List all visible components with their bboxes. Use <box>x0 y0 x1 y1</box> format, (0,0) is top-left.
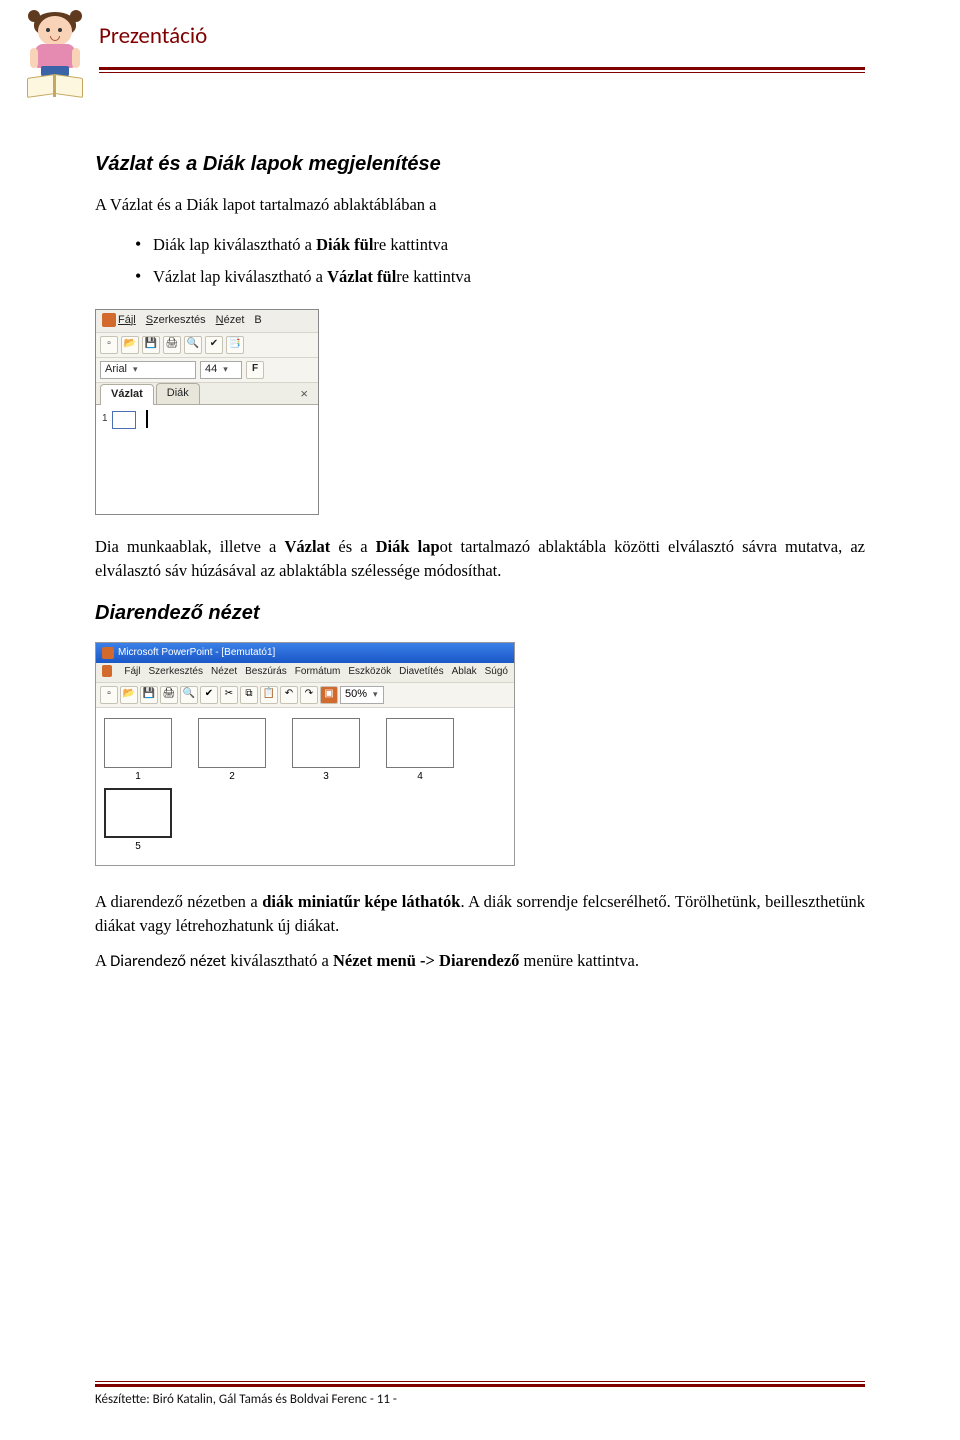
page-title: Prezentáció <box>99 14 865 67</box>
menu-edit[interactable]: Szerkesztés <box>149 665 203 680</box>
open-icon[interactable]: 📂 <box>121 336 139 354</box>
fig1-standard-toolbar: ▫ 📂 💾 🖨 🔍 ✔ 📑 <box>96 333 318 358</box>
spellcheck-icon[interactable]: ✔ <box>200 686 218 704</box>
print-preview-icon[interactable]: 🔍 <box>184 336 202 354</box>
chevron-down-icon: ▾ <box>223 363 228 376</box>
menu-view[interactable]: Nézet <box>211 665 237 680</box>
separator-resize-paragraph: Dia munkaablak, illetve a Vázlat és a Di… <box>95 535 865 583</box>
font-name-combo[interactable]: Arial▾ <box>100 361 196 379</box>
menu-window[interactable]: Ablak <box>452 665 477 680</box>
save-icon[interactable]: 💾 <box>142 336 160 354</box>
save-icon[interactable]: 💾 <box>140 686 158 704</box>
chevron-down-icon: ▾ <box>133 363 138 376</box>
app-icon <box>102 313 116 327</box>
chevron-down-icon: ▾ <box>373 688 378 701</box>
tab-selection-list: Diák lap kiválasztható a Diák fülre katt… <box>95 229 865 293</box>
bullet-diak-tab: Diák lap kiválasztható a Diák fülre katt… <box>135 229 865 261</box>
heading-diarendezo: Diarendező nézet <box>95 599 865 628</box>
research-icon[interactable]: 📑 <box>226 336 244 354</box>
menu-slideshow[interactable]: Diavetítés <box>399 665 443 680</box>
slide-number: 1 <box>102 409 108 427</box>
text-cursor-icon <box>146 410 148 428</box>
undo-icon[interactable]: ↶ <box>280 686 298 704</box>
window-title: Microsoft PowerPoint - [Bemutató1] <box>118 646 275 661</box>
menu-insert[interactable]: Beszúrás <box>245 665 287 680</box>
tab-vazlat[interactable]: Vázlat <box>100 384 154 405</box>
tab-diak[interactable]: Diák <box>156 383 200 404</box>
screenshot-outline-pane: Fájl Szerkesztés Nézet B ▫ 📂 💾 🖨 🔍 ✔ 📑 A… <box>95 309 319 515</box>
document-body: Vázlat és a Diák lapok megjelenítése A V… <box>95 104 865 974</box>
spellcheck-icon[interactable]: ✔ <box>205 336 223 354</box>
paste-icon[interactable]: 📋 <box>260 686 278 704</box>
menu-format[interactable]: Formátum <box>295 665 341 680</box>
menu-edit[interactable]: Szerkesztés <box>146 313 206 329</box>
menu-view[interactable]: Nézet <box>216 313 245 329</box>
new-doc-icon[interactable]: ▫ <box>100 686 118 704</box>
page-footer: Készítette: Biró Katalin, Gál Tamás és B… <box>95 1381 865 1410</box>
close-pane-icon[interactable]: × <box>294 385 314 404</box>
fig2-toolbar: ▫ 📂 💾 🖨 🔍 ✔ ✂ ⧉ 📋 ↶ ↷ ▣ 50%▾ <box>96 683 514 708</box>
preview-icon[interactable]: 🔍 <box>180 686 198 704</box>
sorter-slide-1[interactable]: 1 <box>104 718 172 785</box>
sorter-slide-2[interactable]: 2 <box>198 718 266 785</box>
screenshot-slide-sorter: Microsoft PowerPoint - [Bemutató1] Fájl … <box>95 642 515 866</box>
new-doc-icon[interactable]: ▫ <box>100 336 118 354</box>
menu-help[interactable]: Súgó <box>485 665 508 680</box>
fig1-tab-strip: Vázlat Diák × <box>96 383 318 405</box>
footer-divider-thin <box>95 1381 865 1382</box>
open-book-icon <box>25 74 85 104</box>
menu-tools[interactable]: Eszközök <box>348 665 391 680</box>
slide-thumbnail-icon[interactable] <box>112 411 136 429</box>
fig1-formatting-toolbar: Arial▾ 44▾ F <box>96 358 318 383</box>
intro-paragraph: A Vázlat és a Diák lapot tartalmazó abla… <box>95 193 865 217</box>
bullet-vazlat-tab: Vázlat lap kiválasztható a Vázlat fülre … <box>135 261 865 293</box>
slideshow-icon[interactable]: ▣ <box>320 686 338 704</box>
doc-icon <box>102 665 112 677</box>
menu-file[interactable]: Fájl <box>124 665 140 680</box>
powerpoint-app-icon <box>102 647 114 659</box>
footer-page-number: - 11 - <box>370 1392 397 1407</box>
sorter-slide-5[interactable]: 5 <box>104 788 172 855</box>
fig1-menubar: Fájl Szerkesztés Nézet B <box>96 310 318 333</box>
menu-extra[interactable]: B <box>254 313 261 329</box>
bold-button[interactable]: F <box>246 361 264 379</box>
header-divider <box>99 67 865 70</box>
sorter-slide-3[interactable]: 3 <box>292 718 360 785</box>
slide-sorter-area: 1 2 3 4 5 <box>96 708 514 865</box>
girl-icon <box>30 10 80 78</box>
fig1-outline-pane-body: 1 <box>96 405 318 515</box>
redo-icon[interactable]: ↷ <box>300 686 318 704</box>
zoom-combo[interactable]: 50%▾ <box>340 686 384 704</box>
page-header: Prezentáció <box>15 0 865 104</box>
sorter-slide-4[interactable]: 4 <box>386 718 454 785</box>
header-mascot <box>15 10 95 104</box>
footer-authors: Készítette: Biró Katalin, Gál Tamás és B… <box>95 1392 367 1407</box>
open-icon[interactable]: 📂 <box>120 686 138 704</box>
fig2-titlebar: Microsoft PowerPoint - [Bemutató1] <box>96 643 514 664</box>
header-divider-thin <box>99 72 865 73</box>
sorter-menu-path-paragraph: A Diarendező nézet kiválasztható a Nézet… <box>95 949 865 974</box>
fig2-menubar: Fájl Szerkesztés Nézet Beszúrás Formátum… <box>96 663 514 683</box>
font-size-combo[interactable]: 44▾ <box>200 361 242 379</box>
menu-file[interactable]: Fájl <box>118 314 136 326</box>
print-icon[interactable]: 🖨 <box>163 336 181 354</box>
copy-icon[interactable]: ⧉ <box>240 686 258 704</box>
sorter-description-paragraph: A diarendező nézetben a diák miniatűr ké… <box>95 890 865 938</box>
heading-vazlat-diak: Vázlat és a Diák lapok megjelenítése <box>95 150 865 179</box>
cut-icon[interactable]: ✂ <box>220 686 238 704</box>
print-icon[interactable]: 🖨 <box>160 686 178 704</box>
